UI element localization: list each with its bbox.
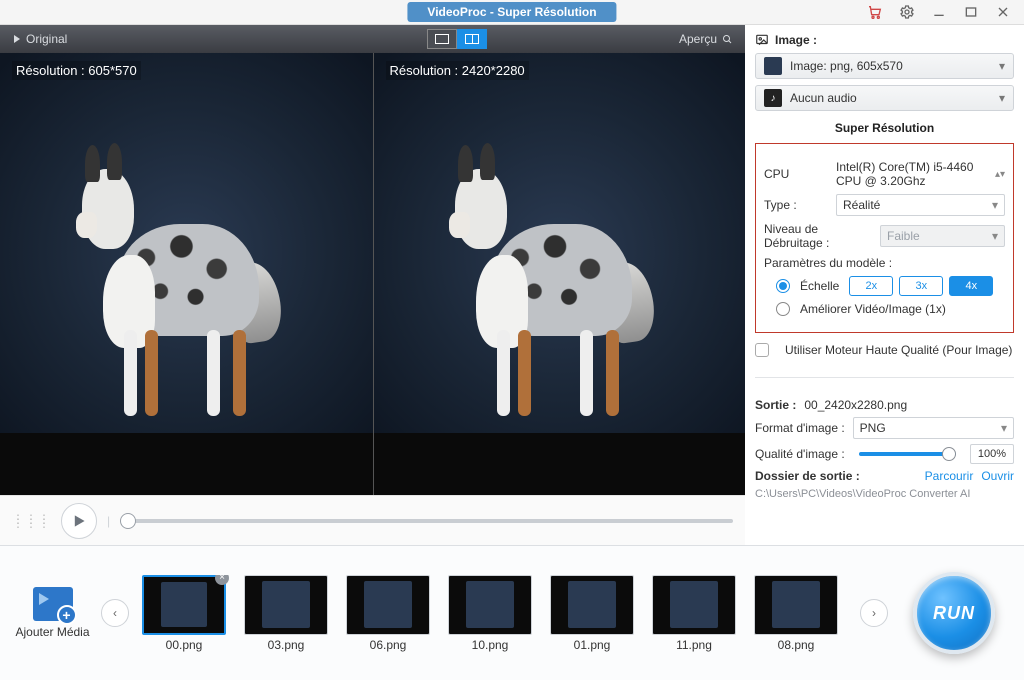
preview-body: Résolution : 605*570 Résolution : 2420*2… <box>0 53 745 495</box>
titlebar: VideoProc - Super Résolution <box>0 0 1024 25</box>
scale-label: Échelle <box>800 279 839 293</box>
file-thumb[interactable]: 10.png <box>445 575 535 652</box>
denoise-select[interactable]: Faible ▾ <box>880 225 1005 247</box>
denoise-label: Niveau de Débruitage : <box>764 222 872 250</box>
add-media-icon <box>33 587 73 621</box>
thumb-close-icon[interactable]: × <box>215 575 229 585</box>
chevron-down-icon: ▾ <box>999 59 1005 73</box>
thumb-label: 08.png <box>778 638 815 652</box>
image-source-select[interactable]: Image: png, 605x570 ▾ <box>755 53 1014 79</box>
chevron-down-icon: ▾ <box>1001 421 1007 435</box>
type-value: Réalité <box>843 198 880 212</box>
scale-3x-button[interactable]: 3x <box>899 276 943 296</box>
file-thumb[interactable]: 03.png <box>241 575 331 652</box>
image-section-header: Image : <box>755 33 1014 47</box>
type-select[interactable]: Réalité ▾ <box>836 194 1005 216</box>
thumb-label: 03.png <box>268 638 305 652</box>
thumb-label: 01.png <box>574 638 611 652</box>
preview-pane-right: Résolution : 2420*2280 <box>373 53 746 495</box>
hq-engine-label: Utiliser Moteur Haute Qualité (Pour Imag… <box>785 343 1012 357</box>
image-source-label: Image: png, 605x570 <box>790 59 903 73</box>
format-value: PNG <box>860 421 886 435</box>
resolution-right: Résolution : 2420*2280 <box>386 61 529 80</box>
bottom-strip: Ajouter Média ‹ × 00.png 03.png 06.png 10… <box>0 545 1024 680</box>
quality-slider[interactable] <box>859 452 956 456</box>
thumb-label: 06.png <box>370 638 407 652</box>
original-toggle[interactable]: Original <box>0 32 79 46</box>
thumb-label: 00.png <box>166 638 203 652</box>
type-label: Type : <box>764 198 828 212</box>
title-chip: VideoProc - Super Résolution <box>407 2 616 22</box>
denoise-value: Faible <box>887 229 920 243</box>
sortie-label: Sortie : <box>755 398 796 412</box>
cart-icon[interactable] <box>866 3 884 21</box>
output-folder-label: Dossier de sortie : <box>755 469 860 483</box>
music-note-icon: ♪ <box>764 89 782 107</box>
apercu-toggle[interactable]: Aperçu <box>667 32 745 46</box>
thumb-label: 11.png <box>676 638 712 652</box>
audio-source-label: Aucun audio <box>790 91 857 105</box>
output-path: C:\Users\PC\Videos\VideoProc Converter A… <box>755 488 1014 500</box>
sortie-value: 00_2420x2280.png <box>804 398 907 412</box>
enhance-label: Améliorer Vidéo/Image (1x) <box>800 302 946 316</box>
drag-handle-icon[interactable]: ⋮⋮⋮⋮⋮⋮ <box>12 517 51 525</box>
thumb-label: 10.png <box>472 638 509 652</box>
updown-icon[interactable]: ▴▾ <box>995 169 1005 180</box>
layout-single[interactable] <box>427 29 457 49</box>
apercu-label: Aperçu <box>679 32 717 46</box>
minimize-icon[interactable] <box>930 3 948 21</box>
thumb-prev-button[interactable]: ‹ <box>101 599 129 627</box>
layout-split[interactable] <box>457 29 487 49</box>
original-label: Original <box>26 32 67 46</box>
thumb-next-button[interactable]: › <box>860 599 888 627</box>
browse-link[interactable]: Parcourir <box>925 469 974 483</box>
sr-title: Super Résolution <box>755 121 1014 135</box>
quality-label: Qualité d'image : <box>755 447 845 461</box>
cpu-label: CPU <box>764 167 828 181</box>
radio-enhance[interactable] <box>776 302 790 316</box>
preview-pane-left: Résolution : 605*570 <box>0 53 373 495</box>
hq-engine-checkbox[interactable] <box>755 343 769 357</box>
image-thumb-icon <box>764 57 782 75</box>
file-thumb[interactable]: 01.png <box>547 575 637 652</box>
maximize-icon[interactable] <box>962 3 980 21</box>
thumbnail-list: × 00.png 03.png 06.png 10.png 01.png 11.p… <box>135 575 854 652</box>
file-thumb[interactable]: 11.png <box>649 575 739 652</box>
play-button[interactable] <box>61 503 97 539</box>
cpu-value: Intel(R) Core(TM) i5-4460 CPU @ 3.20Ghz <box>836 160 987 188</box>
file-thumb[interactable]: 06.png <box>343 575 433 652</box>
gear-icon[interactable] <box>898 3 916 21</box>
chevron-down-icon: ▾ <box>992 229 998 243</box>
file-thumb[interactable]: 08.png <box>751 575 841 652</box>
quality-value: 100% <box>970 444 1014 464</box>
format-label: Format d'image : <box>755 421 845 435</box>
radio-scale[interactable] <box>776 279 790 293</box>
model-params-label: Paramètres du modèle : <box>764 256 1005 270</box>
scale-2x-button[interactable]: 2x <box>849 276 893 296</box>
audio-source-select[interactable]: ♪ Aucun audio ▾ <box>755 85 1014 111</box>
chevron-down-icon: ▾ <box>999 91 1005 105</box>
image-section-label: Image : <box>775 33 817 47</box>
file-thumb[interactable]: × 00.png <box>139 575 229 652</box>
close-icon[interactable] <box>994 3 1012 21</box>
format-select[interactable]: PNG ▾ <box>853 417 1014 439</box>
open-link[interactable]: Ouvrir <box>981 469 1014 483</box>
preview-header: Original Aperçu <box>0 25 745 53</box>
add-media-button[interactable]: Ajouter Média <box>10 587 95 639</box>
chevron-down-icon: ▾ <box>992 198 998 212</box>
playback-controls: ⋮⋮⋮⋮⋮⋮ | <box>0 495 745 545</box>
scale-4x-button[interactable]: 4x <box>949 276 993 296</box>
run-button[interactable]: RUN <box>913 572 995 654</box>
resolution-left: Résolution : 605*570 <box>12 61 141 80</box>
add-media-label: Ajouter Média <box>15 625 89 639</box>
progress-slider[interactable] <box>120 519 733 523</box>
sr-settings-box: CPU Intel(R) Core(TM) i5-4460 CPU @ 3.20… <box>755 143 1014 333</box>
